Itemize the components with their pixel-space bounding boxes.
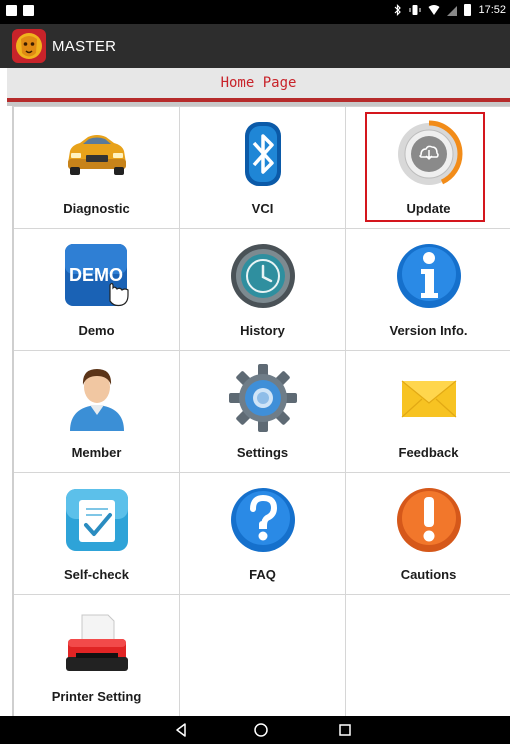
menu-item-cautions[interactable]: Cautions	[346, 473, 510, 595]
question-icon	[230, 488, 295, 552]
vibrate-icon	[409, 5, 421, 15]
storage-icon	[23, 5, 34, 16]
printer-icon	[65, 614, 128, 671]
app-bar: MASTER	[0, 24, 510, 68]
exclamation-icon	[396, 488, 461, 552]
menu-item-label: Settings	[236, 445, 289, 460]
back-icon[interactable]	[172, 721, 190, 739]
menu-item-label: Version Info.	[389, 323, 468, 338]
menu-item-label: Cautions	[400, 567, 457, 582]
home-icon[interactable]	[252, 721, 270, 739]
navigation-bar	[0, 716, 510, 744]
clock-icon	[230, 244, 295, 308]
info-icon	[396, 244, 461, 308]
envelope-icon	[401, 380, 456, 418]
menu-item-label: History	[240, 323, 285, 338]
menu-item-faq[interactable]: FAQ	[180, 473, 346, 595]
bluetooth-icon	[244, 122, 281, 186]
menu-item-settings[interactable]: Settings	[180, 351, 346, 473]
svg-text:DEMO: DEMO	[69, 265, 123, 285]
wifi-icon	[428, 5, 440, 15]
menu-item-label: Printer Setting	[51, 689, 142, 704]
empty-cell	[180, 595, 346, 717]
menu-item-member[interactable]: Member	[14, 351, 180, 473]
recents-icon[interactable]	[336, 721, 354, 739]
menu-item-demo[interactable]: DEMO Demo	[14, 229, 180, 351]
menu-item-diagnostic[interactable]: Diagnostic	[14, 107, 180, 229]
menu-item-label: VCI	[251, 201, 274, 216]
menu-item-label: Member	[71, 445, 122, 460]
menu-item-version-info[interactable]: Version Info.	[346, 229, 510, 351]
person-icon	[69, 369, 124, 431]
menu-item-label: Diagnostic	[63, 201, 130, 216]
bluetooth-status-icon	[395, 4, 402, 16]
menu-item-label: Self-check	[63, 567, 130, 582]
menu-item-vci[interactable]: VCI	[180, 107, 346, 229]
demo-icon: DEMO	[64, 244, 129, 307]
notification-icon	[6, 5, 17, 16]
menu-item-label: Demo	[78, 323, 115, 338]
update-highlight-box	[365, 112, 485, 222]
page-title: Home Page	[220, 75, 297, 91]
page-header: Home Page	[7, 68, 510, 102]
menu-item-label: FAQ	[249, 567, 276, 582]
empty-cell	[346, 595, 510, 717]
menu-item-self-check[interactable]: Self-check	[14, 473, 180, 595]
menu-item-history[interactable]: History	[180, 229, 346, 351]
battery-icon	[464, 4, 472, 16]
lion-logo-icon	[12, 29, 46, 63]
clipboard-check-icon	[65, 489, 128, 551]
menu-item-feedback[interactable]: Feedback	[346, 351, 510, 473]
left-edge	[0, 68, 7, 716]
menu-item-label: Feedback	[398, 445, 459, 460]
app-title: MASTER	[52, 38, 117, 55]
menu-item-printer-setting[interactable]: Printer Setting	[14, 595, 180, 717]
car-icon	[67, 135, 126, 175]
status-time: 17:52	[478, 4, 506, 16]
signal-icon	[447, 6, 458, 16]
status-bar: 17:52	[0, 0, 510, 24]
gear-icon	[228, 364, 297, 432]
